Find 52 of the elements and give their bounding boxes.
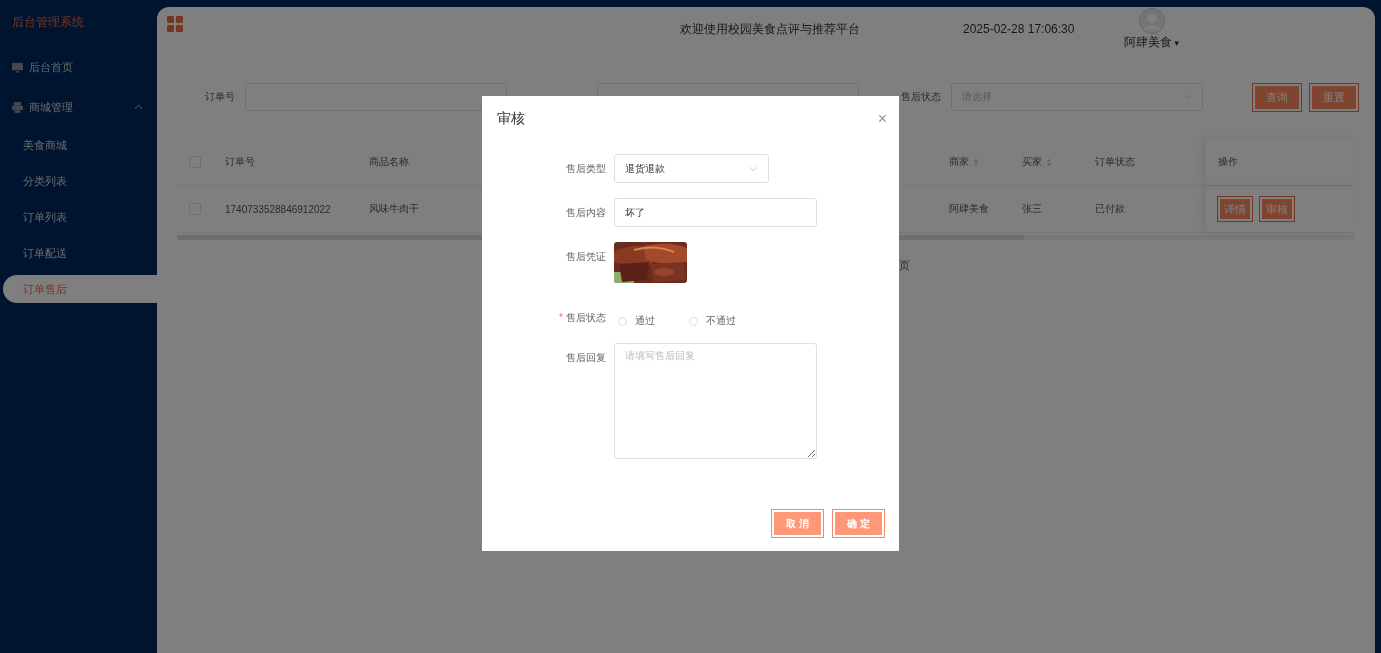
sidebar-title: 后台管理系统 bbox=[11, 14, 85, 31]
grid-icon[interactable] bbox=[167, 16, 183, 32]
field-label: 售后内容 bbox=[566, 207, 606, 218]
row-action-button[interactable]: 审核 bbox=[1260, 197, 1294, 221]
sidebar-item[interactable]: 美食商城 bbox=[0, 127, 157, 163]
row-action-button[interactable]: 详情 bbox=[1218, 197, 1252, 221]
avatar-icon[interactable] bbox=[1138, 7, 1165, 34]
printer-icon bbox=[12, 101, 23, 113]
radio-option[interactable]: 不通过 bbox=[689, 314, 736, 328]
column-header: 商家 bbox=[949, 155, 969, 169]
type-select[interactable]: 退货退款 bbox=[614, 154, 769, 183]
filter-button[interactable]: 查询 bbox=[1253, 83, 1301, 111]
sidebar-item[interactable]: 订单售后 bbox=[3, 275, 157, 303]
sidebar-item[interactable]: 分类列表 bbox=[0, 163, 157, 199]
column-header: 订单号 bbox=[225, 155, 255, 169]
sidebar-item[interactable]: 后台首页 bbox=[0, 47, 157, 87]
field-label: 售后凭证 bbox=[566, 251, 606, 262]
field-label: 售后状态 bbox=[566, 312, 606, 323]
required-mark: * bbox=[559, 312, 563, 323]
close-button[interactable]: × bbox=[877, 110, 887, 128]
user-menu[interactable]: 阿肆美食 ▾ bbox=[1124, 33, 1179, 51]
sidebar-item[interactable]: 订单列表 bbox=[0, 199, 157, 235]
field-label: 售后类型 bbox=[566, 163, 606, 174]
field-label: 售后回复 bbox=[566, 352, 606, 363]
chevron-down-icon bbox=[1183, 94, 1192, 100]
dialog-title: 审核 bbox=[497, 110, 525, 128]
input-field[interactable] bbox=[245, 83, 507, 111]
monitor-icon bbox=[12, 61, 23, 73]
sort-icon[interactable] bbox=[1046, 157, 1052, 167]
sort-icon[interactable] bbox=[973, 157, 979, 167]
dialog-button[interactable]: 取 消 bbox=[772, 510, 823, 537]
column-header: 订单状态 bbox=[1095, 155, 1135, 169]
datetime-text: 2025-02-28 17:06:30 bbox=[963, 22, 1075, 36]
input-field[interactable]: 坏了 bbox=[614, 198, 817, 227]
radio-option[interactable]: 通过 bbox=[618, 314, 655, 328]
table-cell: 风味牛肉干 bbox=[369, 202, 419, 216]
table-cell: 张三 bbox=[1022, 202, 1042, 216]
table-cell: 已付款 bbox=[1095, 202, 1125, 216]
welcome-title: 欢迎使用校园美食点评与推荐平台 bbox=[680, 20, 860, 38]
sidebar-item[interactable]: 订单配送 bbox=[0, 235, 157, 271]
table-cell: 阿肆美食 bbox=[949, 202, 989, 216]
filter-label: 售后状态 bbox=[901, 90, 941, 104]
column-header: 商品名称 bbox=[369, 155, 409, 169]
chevron-down-icon bbox=[749, 165, 758, 172]
sidebar-item[interactable]: 商城管理 bbox=[0, 87, 157, 127]
filter-button[interactable]: 重置 bbox=[1310, 83, 1358, 111]
dialog-button[interactable]: 确 定 bbox=[833, 510, 884, 537]
pagination-text: 页 bbox=[899, 259, 910, 271]
table-cell: 1740733528846912022 bbox=[225, 203, 331, 215]
column-header: 买家 bbox=[1022, 155, 1042, 169]
column-header: 操作 bbox=[1218, 155, 1238, 169]
filter-label: 订单号 bbox=[205, 90, 235, 104]
